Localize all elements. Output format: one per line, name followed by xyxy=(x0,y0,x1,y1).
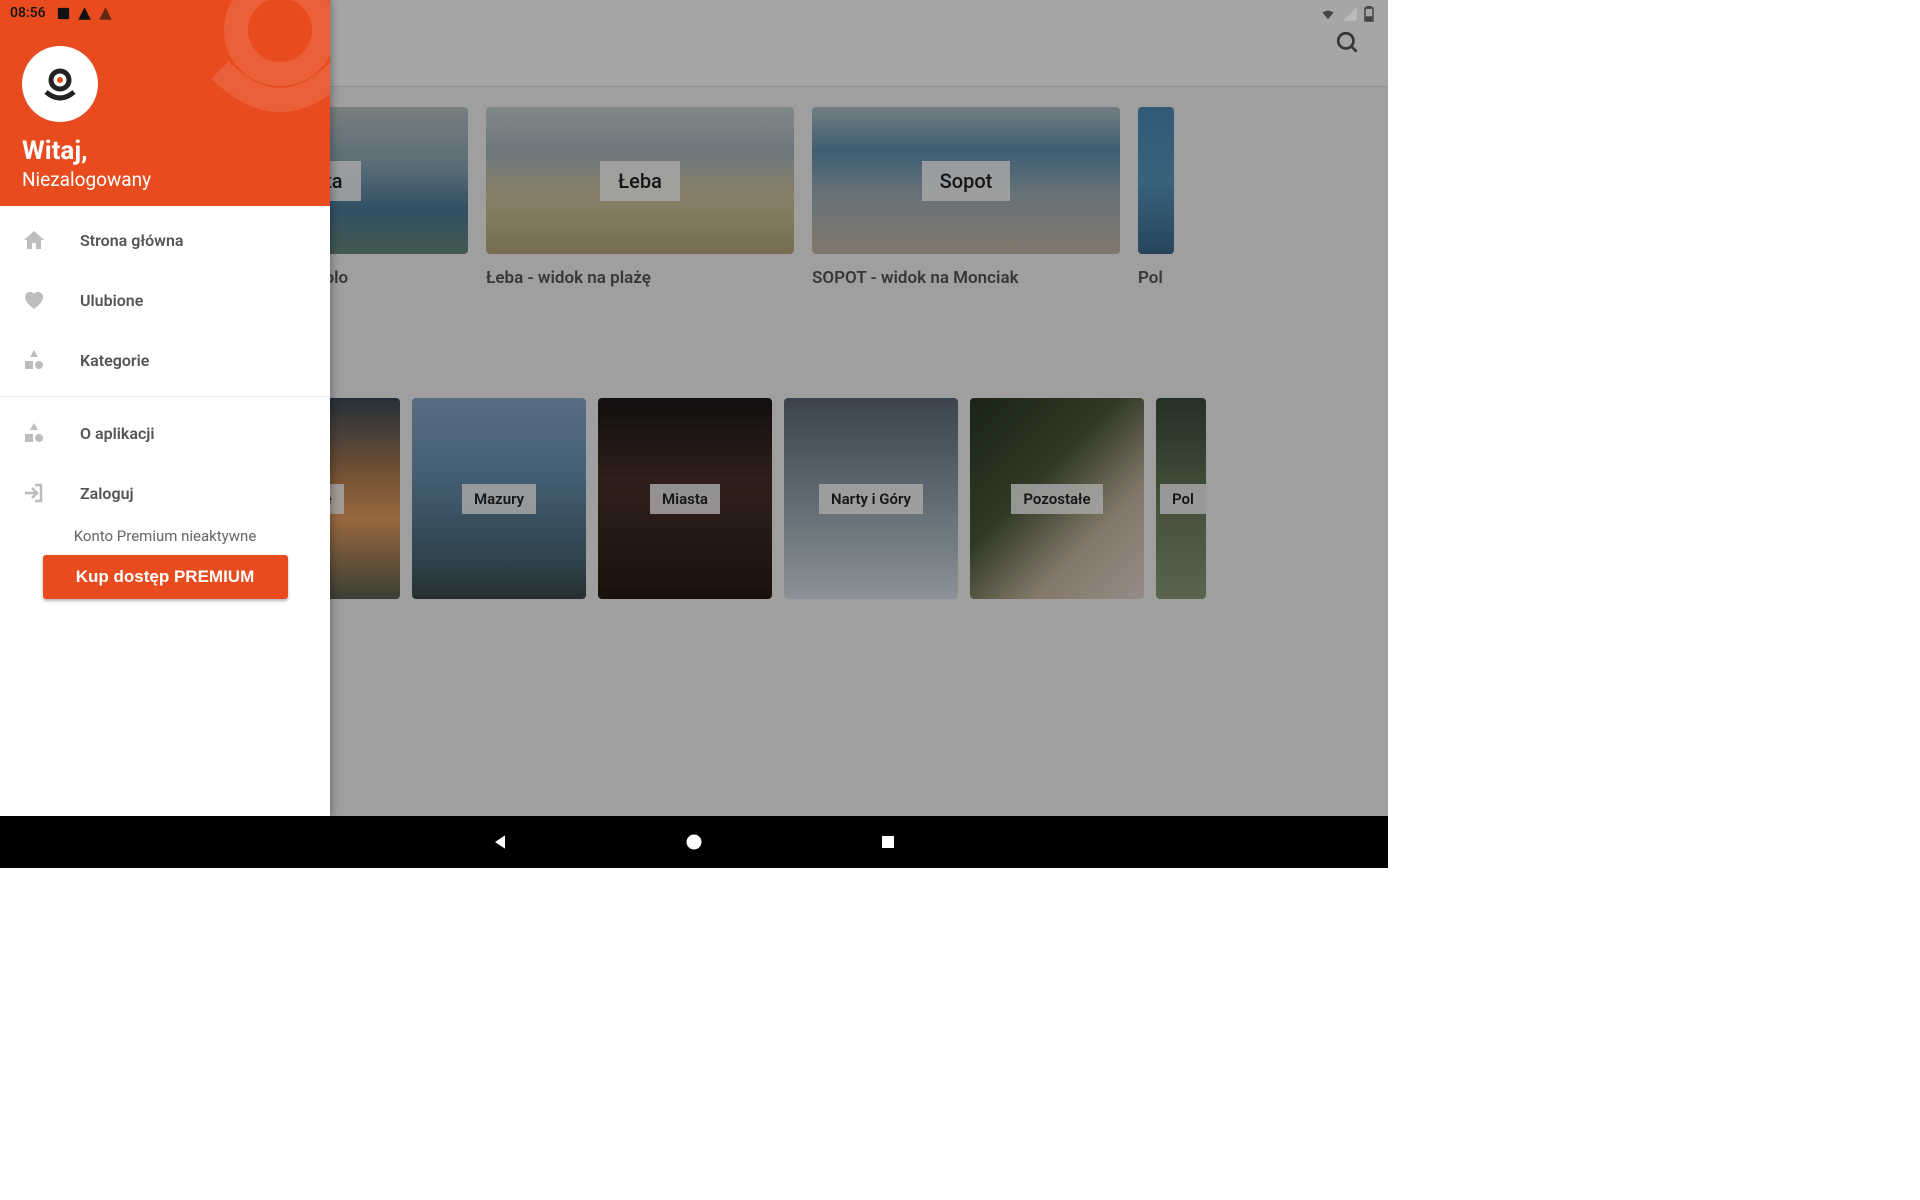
webcam-badge: Sopot xyxy=(922,161,1011,201)
category-row: zyjne Plaże Mazury Miasta Narty i Góry P… xyxy=(160,398,1358,599)
sidebar-item-label: Zaloguj xyxy=(80,484,134,503)
webcam-card[interactable]: Pol xyxy=(1138,107,1174,288)
sidebar-item-login[interactable]: Zaloguj xyxy=(0,463,330,523)
category-badge: Pozostałe xyxy=(1011,484,1102,514)
warning-icon xyxy=(77,6,92,21)
webcam-badge: Łeba xyxy=(600,161,680,201)
image-icon xyxy=(56,6,71,21)
sidebar-item-categories[interactable]: Kategorie xyxy=(0,330,330,390)
home-button[interactable] xyxy=(682,830,706,854)
login-icon xyxy=(22,481,46,505)
webcam-row: Jurata JURATA - widok na Molo Łeba Łeba … xyxy=(160,107,1358,288)
category-badge: Mazury xyxy=(462,484,536,514)
navigation-drawer: 08:56 Witaj, Niezalogowany Strona główna… xyxy=(0,0,330,816)
sidebar-item-label: Strona główna xyxy=(80,231,184,250)
app-logo-icon xyxy=(36,60,84,108)
search-icon xyxy=(1335,30,1361,56)
sidebar-item-label: O aplikacji xyxy=(80,424,155,443)
category-badge: Narty i Góry xyxy=(819,484,923,514)
webcam-card[interactable]: Sopot SOPOT - widok na Monciak xyxy=(812,107,1120,288)
status-icons-right xyxy=(1320,6,1374,22)
webcam-title: SOPOT - widok na Monciak xyxy=(812,268,1120,288)
category-card[interactable]: Pol xyxy=(1156,398,1206,599)
drawer-list: Strona główna Ulubione Kategorie O aplik… xyxy=(0,206,330,816)
square-icon xyxy=(879,833,897,851)
sidebar-item-favorites[interactable]: Ulubione xyxy=(0,270,330,330)
premium-status: Konto Premium nieaktywne xyxy=(22,527,308,545)
buy-premium-button[interactable]: Kup dostęp PREMIUM xyxy=(43,555,288,599)
category-card[interactable]: Pozostałe xyxy=(970,398,1144,599)
recent-button[interactable] xyxy=(876,830,900,854)
circle-icon xyxy=(684,832,704,852)
status-icons xyxy=(56,6,113,21)
premium-box: Konto Premium nieaktywne Kup dostęp PREM… xyxy=(0,527,330,599)
category-badge: Miasta xyxy=(650,484,720,514)
logo-decoration xyxy=(180,0,330,150)
webcam-image: Łeba xyxy=(486,107,794,254)
search-button[interactable] xyxy=(1328,23,1368,63)
wifi-icon xyxy=(1320,6,1336,22)
category-card[interactable]: Narty i Góry xyxy=(784,398,958,599)
home-icon xyxy=(22,228,46,252)
sidebar-item-label: Ulubione xyxy=(80,291,143,310)
category-icon xyxy=(22,348,46,372)
sidebar-item-label: Kategorie xyxy=(80,351,149,370)
status-time: 08:56 xyxy=(10,5,46,21)
sidebar-item-home[interactable]: Strona główna xyxy=(0,210,330,270)
android-nav-bar xyxy=(0,816,1388,868)
webcam-title: Łeba - widok na plażę xyxy=(486,268,794,288)
webcam-title: Pol xyxy=(1138,268,1174,288)
sidebar-item-about[interactable]: O aplikacji xyxy=(0,403,330,463)
drawer-header: 08:56 Witaj, Niezalogowany xyxy=(0,0,330,206)
webcam-image xyxy=(1138,107,1174,254)
category-card[interactable]: Mazury xyxy=(412,398,586,599)
battery-icon xyxy=(1364,6,1374,22)
signal-icon xyxy=(1342,6,1358,22)
category-icon xyxy=(22,421,46,445)
divider xyxy=(0,396,330,397)
category-badge: Pol xyxy=(1160,484,1206,514)
login-status: Niezalogowany xyxy=(22,168,308,191)
back-icon xyxy=(490,832,510,852)
warning-icon xyxy=(98,6,113,21)
avatar[interactable] xyxy=(22,46,98,122)
category-card[interactable]: Miasta xyxy=(598,398,772,599)
webcam-card[interactable]: Łeba Łeba - widok na plażę xyxy=(486,107,794,288)
back-button[interactable] xyxy=(488,830,512,854)
webcam-image: Sopot xyxy=(812,107,1120,254)
heart-icon xyxy=(22,288,46,312)
